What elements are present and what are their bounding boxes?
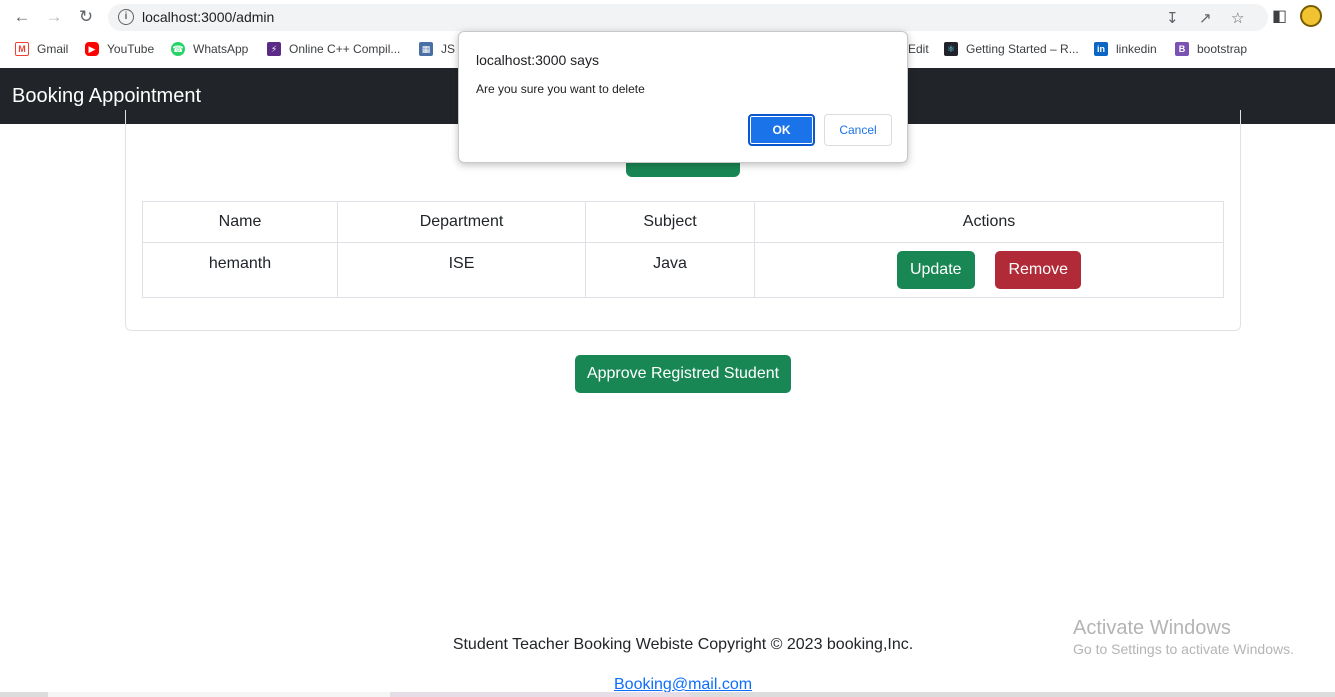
gmail-icon: M bbox=[15, 42, 29, 56]
compiler-icon: ⚡ bbox=[267, 42, 281, 56]
column-header-name: Name bbox=[142, 201, 338, 243]
bookmark-label: YouTube bbox=[107, 42, 155, 56]
url-text[interactable]: localhost:3000/admin bbox=[142, 9, 274, 25]
bookmark-linkedin[interactable]: in linkedin bbox=[1094, 40, 1157, 58]
bookmark-label: bootstrap bbox=[1197, 42, 1248, 56]
linkedin-icon: in bbox=[1094, 42, 1108, 56]
update-button[interactable]: Update bbox=[896, 251, 975, 289]
column-header-department: Department bbox=[337, 201, 586, 243]
column-header-subject: Subject bbox=[585, 201, 755, 243]
table-header-row: Name Department Subject Actions bbox=[142, 201, 1224, 243]
dialog-cancel-button[interactable]: Cancel bbox=[824, 114, 892, 146]
bookmark-gmail[interactable]: M Gmail bbox=[15, 40, 68, 58]
bookmark-youtube[interactable]: ▶ YouTube bbox=[85, 40, 154, 58]
reload-icon[interactable]: ↻ bbox=[74, 6, 98, 28]
whatsapp-icon: ☎ bbox=[171, 42, 185, 56]
taskbar-edge bbox=[0, 692, 1335, 697]
bookmark-online-compiler[interactable]: ⚡ Online C++ Compil... bbox=[267, 40, 400, 58]
activate-windows-title: Activate Windows bbox=[1073, 617, 1231, 639]
site-info-icon[interactable]: i bbox=[118, 9, 134, 25]
address-bar[interactable]: i localhost:3000/admin ↧ ↗ ☆ bbox=[108, 4, 1268, 31]
column-header-actions: Actions bbox=[754, 201, 1224, 243]
bookmark-bootstrap[interactable]: B bootstrap bbox=[1175, 40, 1247, 58]
back-arrow-icon[interactable]: ← bbox=[10, 6, 34, 28]
bookmark-js[interactable]: ▦ JS I bbox=[419, 40, 462, 58]
bookmark-getting-started[interactable]: ⚛ Getting Started – R... bbox=[944, 40, 1079, 58]
bookmark-label: Online C++ Compil... bbox=[289, 42, 401, 56]
remove-button[interactable]: Remove bbox=[995, 251, 1082, 289]
side-panel-icon[interactable]: ◧ bbox=[1272, 6, 1287, 26]
install-icon[interactable]: ↧ bbox=[1166, 9, 1179, 27]
bookmark-label: Edit bbox=[908, 42, 929, 56]
brand-title[interactable]: Booking Appointment bbox=[12, 85, 201, 108]
share-icon[interactable]: ↗ bbox=[1199, 9, 1212, 27]
forward-arrow-icon[interactable]: → bbox=[42, 6, 66, 28]
bookmark-edit[interactable]: Edit bbox=[908, 40, 929, 58]
react-icon: ⚛ bbox=[944, 42, 958, 56]
bookmark-whatsapp[interactable]: ☎ WhatsApp bbox=[171, 40, 248, 58]
confirm-dialog: localhost:3000 says Are you sure you wan… bbox=[458, 31, 908, 163]
teacher-table: Name Department Subject Actions hemanth … bbox=[142, 201, 1224, 298]
cell-subject: Java bbox=[585, 242, 755, 298]
bookmark-star-icon[interactable]: ☆ bbox=[1231, 9, 1244, 27]
youtube-icon: ▶ bbox=[85, 42, 99, 56]
approve-students-button[interactable]: Approve Registred Student bbox=[575, 355, 791, 393]
js-icon: ▦ bbox=[419, 42, 433, 56]
cell-name: hemanth bbox=[142, 242, 338, 298]
cell-department: ISE bbox=[337, 242, 586, 298]
activate-windows-subtitle: Go to Settings to activate Windows. bbox=[1073, 641, 1294, 657]
cell-actions: Update Remove bbox=[754, 242, 1224, 298]
bookmark-label: Getting Started – R... bbox=[966, 42, 1079, 56]
dialog-message: Are you sure you want to delete bbox=[476, 82, 645, 96]
bookmark-label: Gmail bbox=[37, 42, 69, 56]
table-row: hemanth ISE Java Update Remove bbox=[142, 242, 1224, 298]
profile-avatar[interactable] bbox=[1300, 5, 1322, 27]
dialog-ok-button[interactable]: OK bbox=[748, 114, 815, 146]
dialog-title: localhost:3000 says bbox=[476, 52, 599, 68]
bootstrap-icon: B bbox=[1175, 42, 1189, 56]
bookmark-label: linkedin bbox=[1116, 42, 1157, 56]
bookmark-label: WhatsApp bbox=[193, 42, 249, 56]
